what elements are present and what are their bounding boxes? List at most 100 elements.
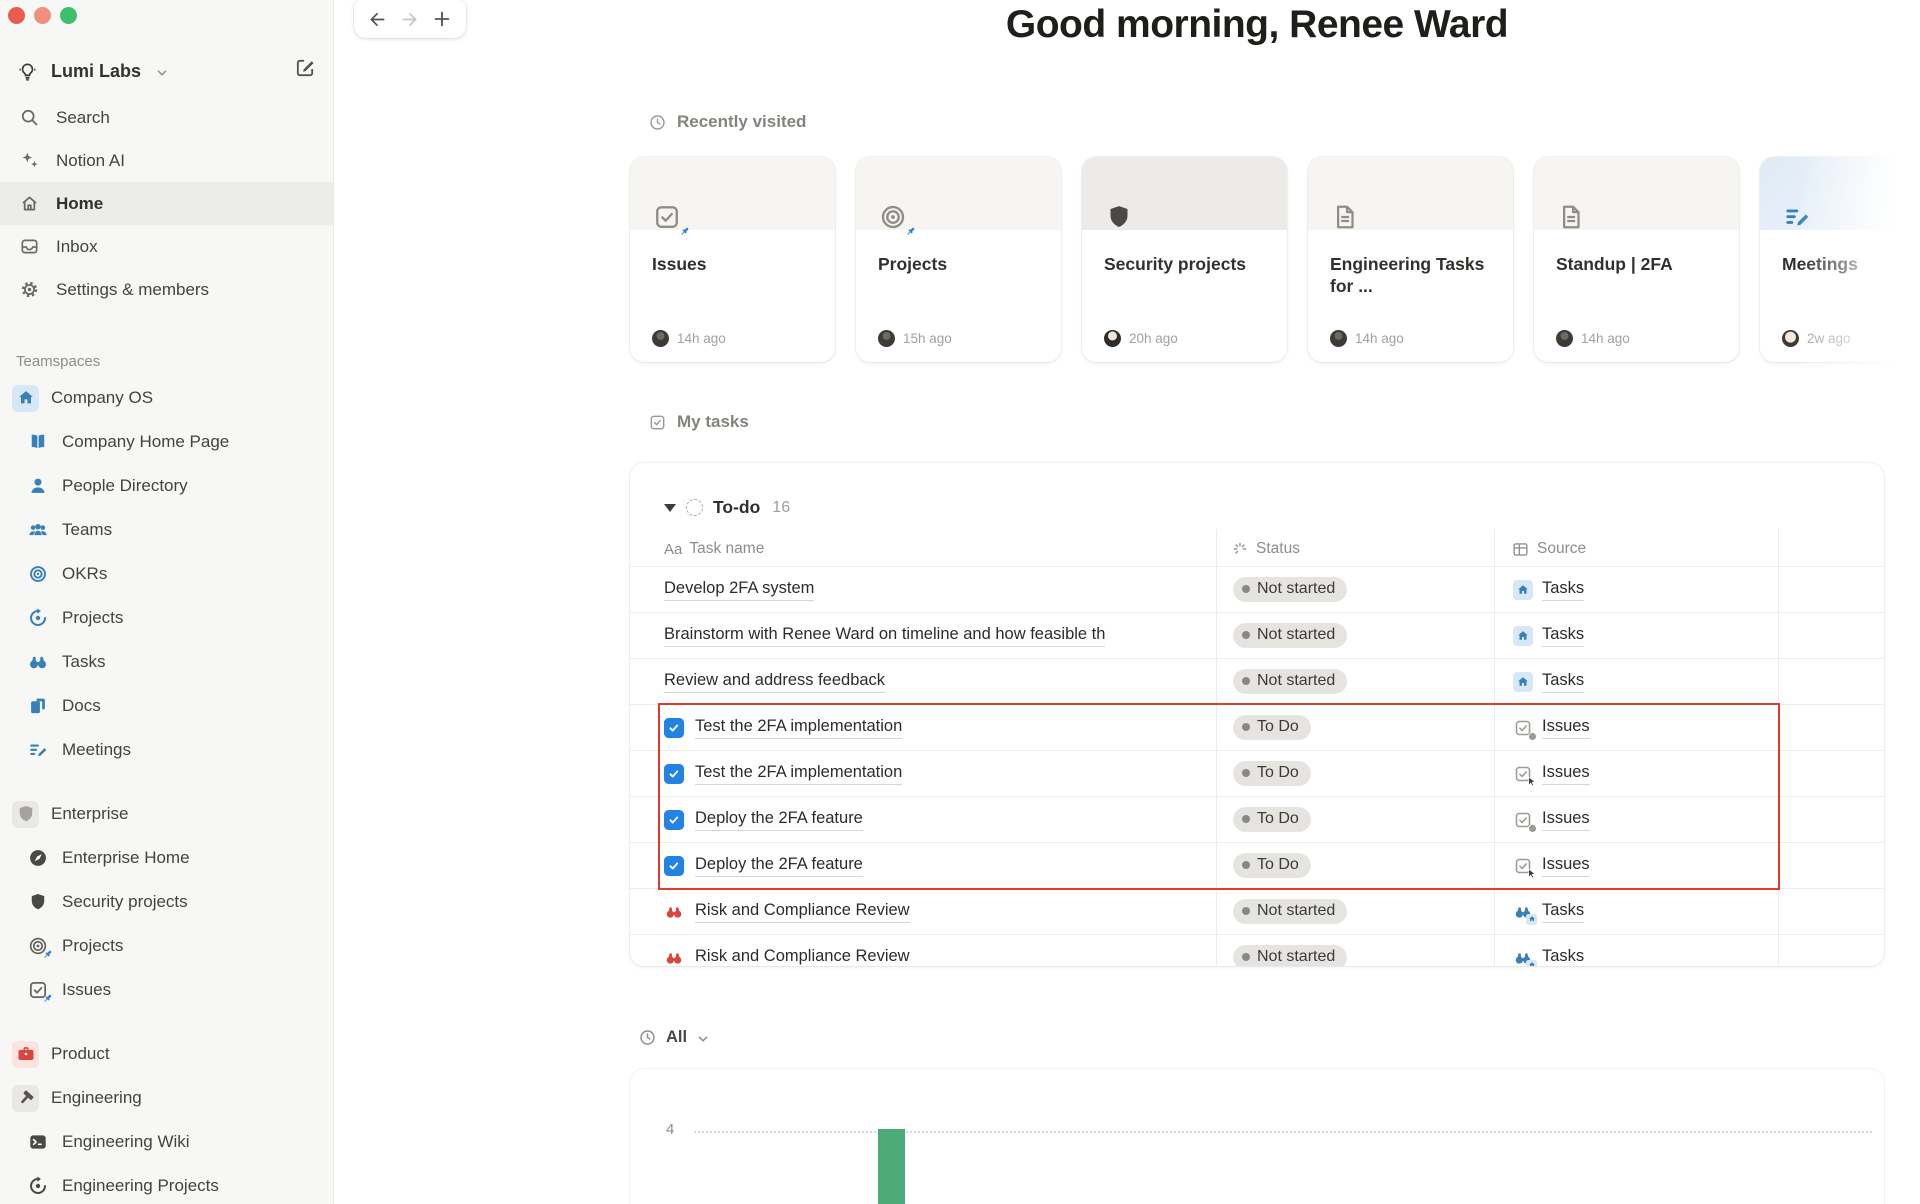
new-page-button[interactable]: [294, 56, 317, 79]
source-cell[interactable]: Tasks: [1513, 567, 1585, 612]
new-tab-button[interactable]: [431, 8, 453, 30]
sidebar-item-company-home-page[interactable]: Company Home Page: [0, 420, 333, 464]
sidebar-item-inbox[interactable]: Inbox: [0, 225, 333, 268]
column-header-status[interactable]: Status: [1231, 532, 1300, 566]
sidebar-item-teams[interactable]: Teams: [0, 508, 333, 552]
recently-visited-header: Recently visited: [648, 112, 806, 132]
avatar: [1104, 330, 1121, 347]
task-name-link[interactable]: Deploy the 2FA feature: [695, 808, 863, 831]
last-visited-time: 2w ago: [1807, 331, 1851, 346]
close-window-button[interactable]: [8, 7, 25, 24]
minimize-window-button[interactable]: [34, 7, 51, 24]
recent-card-footer: 14h ago: [652, 330, 726, 347]
source-cell[interactable]: Tasks: [1513, 613, 1585, 658]
chart-bar[interactable]: [878, 1129, 905, 1204]
zoom-window-button[interactable]: [60, 7, 77, 24]
table-row[interactable]: Develop 2FA system Not started Tasks: [630, 566, 1884, 612]
sidebar-item-notion-ai[interactable]: Notion AI: [0, 139, 333, 182]
status-badge: Not started: [1233, 623, 1348, 648]
sidebar-item-settings-members[interactable]: Settings & members: [0, 268, 333, 311]
source-link[interactable]: Tasks: [1542, 946, 1584, 966]
source-link[interactable]: Tasks: [1542, 900, 1585, 923]
task-name-cell: Risk and Compliance Review: [664, 935, 910, 966]
recent-card-standup-2fa[interactable]: Standup | 2FA 14h ago: [1534, 157, 1739, 362]
sidebar-item-engineering-projects[interactable]: Engineering Projects: [0, 1164, 333, 1204]
table-row[interactable]: Deploy the 2FA feature To Do Issues: [630, 842, 1884, 888]
table-row[interactable]: Brainstorm with Renee Ward on timeline a…: [630, 612, 1884, 658]
sidebar-item-search[interactable]: Search: [0, 96, 333, 139]
recent-card-meetings[interactable]: Meetings 2w ago: [1760, 157, 1920, 362]
source-cell[interactable]: Tasks: [1513, 659, 1585, 704]
sidebar-item-okrs[interactable]: OKRs: [0, 552, 333, 596]
task-name-link[interactable]: Test the 2FA implementation: [695, 716, 903, 739]
status-cell[interactable]: Not started: [1233, 613, 1348, 658]
source-link[interactable]: Issues: [1542, 716, 1590, 739]
collapse-group-button[interactable]: [664, 503, 676, 512]
task-name-link[interactable]: Review and address feedback: [664, 670, 886, 693]
source-cell[interactable]: Issues: [1513, 751, 1590, 796]
column-header-task-name[interactable]: Aa Task name: [664, 532, 764, 566]
sidebar-item-docs[interactable]: Docs: [0, 684, 333, 728]
task-name-link[interactable]: Risk and Compliance Review: [695, 946, 910, 966]
recent-card-engineering-tasks-for[interactable]: Engineering Tasks for ... 14h ago: [1308, 157, 1513, 362]
source-link[interactable]: Tasks: [1542, 624, 1585, 647]
table-row[interactable]: Test the 2FA implementation To Do Issues: [630, 750, 1884, 796]
recent-card-issues[interactable]: Issues 14h ago: [630, 157, 835, 362]
status-cell[interactable]: Not started: [1233, 659, 1348, 704]
task-name-link[interactable]: Brainstorm with Renee Ward on timeline a…: [664, 624, 1106, 647]
chart-filter-dropdown[interactable]: All: [638, 1028, 710, 1047]
sidebar-item-enterprise[interactable]: Enterprise: [0, 792, 333, 836]
forward-button[interactable]: [399, 9, 420, 30]
source-link[interactable]: Tasks: [1542, 578, 1585, 601]
task-name-link[interactable]: Risk and Compliance Review: [695, 900, 910, 923]
checked-checkbox[interactable]: [664, 809, 684, 830]
task-name-link[interactable]: Test the 2FA implementation: [695, 762, 903, 785]
sidebar-item-home[interactable]: Home: [0, 182, 333, 225]
source-cell[interactable]: Issues: [1513, 843, 1590, 888]
spinner-icon: [1231, 540, 1249, 558]
sidebar-item-enterprise-home[interactable]: Enterprise Home: [0, 836, 333, 880]
table-row[interactable]: Review and address feedback Not started Ta…: [630, 658, 1884, 704]
status-cell[interactable]: Not started: [1233, 889, 1348, 934]
sidebar-item-issues[interactable]: Issues: [0, 968, 333, 1012]
source-link[interactable]: Issues: [1542, 808, 1590, 831]
sidebar-item-meetings[interactable]: Meetings: [0, 728, 333, 772]
recent-card-security-projects[interactable]: Security projects 20h ago: [1082, 157, 1287, 362]
checked-checkbox[interactable]: [664, 717, 684, 738]
sidebar-item-security-projects[interactable]: Security projects: [0, 880, 333, 924]
sidebar-item-people-directory[interactable]: People Directory: [0, 464, 333, 508]
sidebar-item-projects[interactable]: Projects: [0, 924, 333, 968]
table-row[interactable]: Deploy the 2FA feature To Do Issues: [630, 796, 1884, 842]
status-cell[interactable]: To Do: [1233, 751, 1311, 796]
source-link[interactable]: Issues: [1542, 854, 1590, 877]
checked-checkbox[interactable]: [664, 763, 684, 784]
source-link[interactable]: Tasks: [1542, 670, 1585, 693]
source-cell[interactable]: Tasks: [1513, 889, 1585, 934]
sidebar-item-engineering[interactable]: Engineering: [0, 1076, 333, 1120]
sidebar-item-projects[interactable]: Projects: [0, 596, 333, 640]
recently-visited-label: Recently visited: [677, 112, 807, 131]
sidebar-item-company-os[interactable]: Company OS: [0, 376, 333, 420]
table-row[interactable]: Risk and Compliance Review Not started Tas…: [630, 888, 1884, 934]
sidebar-item-product[interactable]: Product: [0, 1032, 333, 1076]
source-cell[interactable]: Issues: [1513, 797, 1590, 842]
source-cell[interactable]: Tasks: [1513, 935, 1584, 966]
sidebar-item-tasks[interactable]: Tasks: [0, 640, 333, 684]
status-cell[interactable]: To Do: [1233, 843, 1311, 888]
sidebar-item-engineering-wiki[interactable]: Engineering Wiki: [0, 1120, 333, 1164]
task-name-link[interactable]: Deploy the 2FA feature: [695, 854, 863, 877]
task-name-link[interactable]: Develop 2FA system: [664, 578, 815, 601]
table-row[interactable]: Test the 2FA implementation To Do Issues: [630, 704, 1884, 750]
back-button[interactable]: [367, 9, 388, 30]
recent-card-projects[interactable]: Projects 15h ago: [856, 157, 1061, 362]
status-cell[interactable]: Not started: [1233, 935, 1348, 966]
status-cell[interactable]: To Do: [1233, 797, 1311, 842]
source-link[interactable]: Issues: [1542, 762, 1590, 785]
table-row[interactable]: Risk and Compliance Review Not started Tas…: [630, 934, 1884, 966]
status-cell[interactable]: To Do: [1233, 705, 1311, 750]
column-header-source[interactable]: Source: [1511, 532, 1586, 566]
source-cell[interactable]: Issues: [1513, 705, 1590, 750]
workspace-switcher[interactable]: Lumi Labs: [0, 50, 333, 92]
checked-checkbox[interactable]: [664, 855, 684, 876]
status-cell[interactable]: Not started: [1233, 567, 1348, 612]
